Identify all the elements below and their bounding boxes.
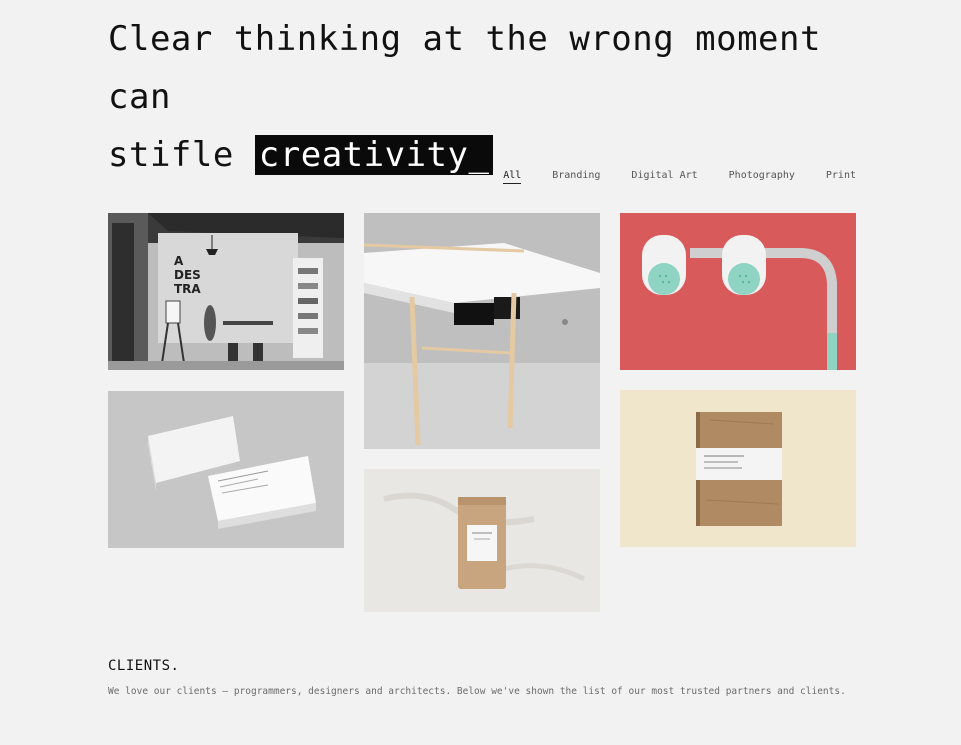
studio-image: A DES TRA bbox=[108, 213, 344, 370]
clients-description: We love our clients – programmers, desig… bbox=[108, 686, 846, 697]
cards-image bbox=[108, 391, 344, 548]
hero-line-1: Clear thinking at the wrong moment can bbox=[108, 19, 821, 117]
filter-digital-art[interactable]: Digital Art bbox=[631, 170, 697, 184]
lamps-image bbox=[620, 213, 856, 370]
portfolio-item-coffee-bag[interactable] bbox=[364, 469, 600, 612]
hero-heading: Clear thinking at the wrong moment can st… bbox=[108, 10, 868, 184]
clients-heading: CLIENTS. bbox=[108, 658, 180, 674]
coffee-bag-image bbox=[364, 469, 600, 612]
portfolio-item-cards[interactable] bbox=[108, 391, 344, 548]
portfolio-filter: All Branding Digital Art Photography Pri… bbox=[503, 170, 856, 184]
filter-print[interactable]: Print bbox=[826, 170, 856, 184]
svg-text:A: A bbox=[174, 254, 184, 268]
portfolio-item-studio[interactable]: A DES TRA bbox=[108, 213, 344, 370]
desk-image bbox=[364, 213, 600, 449]
svg-text:TRA: TRA bbox=[174, 282, 201, 296]
notebook-image bbox=[620, 390, 856, 547]
portfolio-item-lamps[interactable] bbox=[620, 213, 856, 370]
filter-photography[interactable]: Photography bbox=[729, 170, 795, 184]
hero-line-2-prefix: stifle bbox=[108, 135, 255, 175]
hero-highlight: creativity_ bbox=[254, 135, 494, 175]
svg-text:DES: DES bbox=[174, 268, 201, 282]
filter-all[interactable]: All bbox=[503, 170, 522, 184]
portfolio-item-notebook[interactable] bbox=[620, 390, 856, 547]
filter-branding[interactable]: Branding bbox=[552, 170, 600, 184]
portfolio-item-desk[interactable] bbox=[364, 213, 600, 449]
